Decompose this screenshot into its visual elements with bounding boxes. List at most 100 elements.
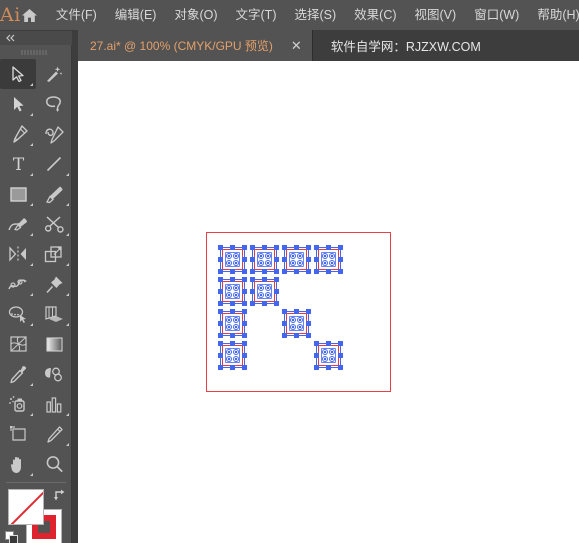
selection-handle[interactable] <box>230 301 235 306</box>
rectangle-tool[interactable] <box>0 179 36 209</box>
home-icon[interactable] <box>21 0 38 30</box>
fill-swatch[interactable] <box>8 489 44 525</box>
art-object-r4c4[interactable] <box>314 341 343 370</box>
swap-fill-stroke-icon[interactable] <box>53 488 67 502</box>
selection-handle[interactable] <box>218 257 223 262</box>
selection-handle[interactable] <box>274 269 279 274</box>
selection-handle[interactable] <box>242 333 247 338</box>
menu-window[interactable]: 窗口(W) <box>465 0 528 30</box>
paintbrush-tool[interactable] <box>36 179 72 209</box>
selection-handle[interactable] <box>314 353 319 358</box>
selection-handle[interactable] <box>294 269 299 274</box>
menu-object[interactable]: 对象(O) <box>165 0 226 30</box>
selection-handle[interactable] <box>282 269 287 274</box>
selection-handle[interactable] <box>242 365 247 370</box>
selection-handle[interactable] <box>250 289 255 294</box>
selection-handle[interactable] <box>326 269 331 274</box>
double-chevron-left-icon[interactable] <box>0 31 72 45</box>
menu-edit[interactable]: 编辑(E) <box>106 0 166 30</box>
zoom-tool[interactable] <box>36 449 72 479</box>
art-object-r4c1[interactable] <box>218 341 247 370</box>
selection-handle[interactable] <box>314 269 319 274</box>
art-object-r1c3[interactable] <box>282 245 311 274</box>
selection-handle[interactable] <box>306 245 311 250</box>
selection-handle[interactable] <box>230 365 235 370</box>
selection-handle[interactable] <box>274 301 279 306</box>
lasso-tool[interactable] <box>36 89 72 119</box>
gradient-tool[interactable] <box>36 329 72 359</box>
selection-handle[interactable] <box>218 289 223 294</box>
grip-handle-icon[interactable] <box>0 45 72 59</box>
selection-handle[interactable] <box>242 269 247 274</box>
free-transform-tool[interactable] <box>36 269 72 299</box>
selection-handle[interactable] <box>314 257 319 262</box>
selection-handle[interactable] <box>218 277 223 282</box>
art-object-r1c4[interactable] <box>314 245 343 274</box>
selection-handle[interactable] <box>242 321 247 326</box>
selection-handle[interactable] <box>230 309 235 314</box>
selection-handle[interactable] <box>242 277 247 282</box>
selection-handle[interactable] <box>274 257 279 262</box>
close-icon[interactable]: ✕ <box>287 39 306 52</box>
document-tab[interactable]: 27.ai* @ 100% (CMYK/GPU 预览) ✕ <box>78 30 313 61</box>
selection-handle[interactable] <box>230 333 235 338</box>
art-object-r1c1[interactable] <box>218 245 247 274</box>
selection-handle[interactable] <box>306 257 311 262</box>
selection-tool[interactable] <box>0 59 36 89</box>
selection-handle[interactable] <box>242 245 247 250</box>
slice-tool[interactable] <box>36 419 72 449</box>
selection-handle[interactable] <box>230 245 235 250</box>
menu-type[interactable]: 文字(T) <box>227 0 286 30</box>
selection-handle[interactable] <box>242 309 247 314</box>
selection-handle[interactable] <box>306 333 311 338</box>
art-object-r3c1[interactable] <box>218 309 247 338</box>
menu-help[interactable]: 帮助(H) <box>528 0 579 30</box>
selection-handle[interactable] <box>218 309 223 314</box>
type-tool[interactable]: T <box>0 149 36 179</box>
selection-handle[interactable] <box>242 353 247 358</box>
selection-handle[interactable] <box>294 245 299 250</box>
shaper-tool[interactable] <box>0 209 36 239</box>
selection-handle[interactable] <box>230 341 235 346</box>
selection-handle[interactable] <box>250 245 255 250</box>
selection-handle[interactable] <box>218 365 223 370</box>
pen-tool[interactable] <box>0 119 36 149</box>
selection-handle[interactable] <box>282 321 287 326</box>
curvature-tool[interactable] <box>36 119 72 149</box>
selection-handle[interactable] <box>338 257 343 262</box>
selection-handle[interactable] <box>326 341 331 346</box>
mesh-tool[interactable] <box>0 329 36 359</box>
selection-handle[interactable] <box>218 245 223 250</box>
selection-handle[interactable] <box>338 353 343 358</box>
selection-handle[interactable] <box>250 277 255 282</box>
selection-handle[interactable] <box>218 301 223 306</box>
selection-handle[interactable] <box>250 301 255 306</box>
selection-handle[interactable] <box>242 289 247 294</box>
selection-handle[interactable] <box>338 341 343 346</box>
selection-handle[interactable] <box>282 309 287 314</box>
art-object-r2c2[interactable] <box>250 277 279 306</box>
selection-handle[interactable] <box>338 365 343 370</box>
art-object-r1c2[interactable] <box>250 245 279 274</box>
selection-handle[interactable] <box>314 245 319 250</box>
selection-handle[interactable] <box>230 269 235 274</box>
selection-handle[interactable] <box>306 321 311 326</box>
selection-handle[interactable] <box>314 365 319 370</box>
symbol-sprayer-tool[interactable] <box>0 389 36 419</box>
scale-tool[interactable] <box>36 239 72 269</box>
selection-handle[interactable] <box>262 301 267 306</box>
selection-handle[interactable] <box>338 269 343 274</box>
menu-select[interactable]: 选择(S) <box>285 0 345 30</box>
selection-handle[interactable] <box>242 257 247 262</box>
selection-handle[interactable] <box>218 333 223 338</box>
magic-wand-tool[interactable] <box>36 59 72 89</box>
selection-handle[interactable] <box>230 277 235 282</box>
default-fill-stroke-icon[interactable] <box>5 531 19 543</box>
selection-handle[interactable] <box>306 269 311 274</box>
selection-handle[interactable] <box>242 301 247 306</box>
line-segment-tool[interactable] <box>36 149 72 179</box>
selection-handle[interactable] <box>218 321 223 326</box>
scissors-tool[interactable] <box>36 209 72 239</box>
selection-handle[interactable] <box>326 245 331 250</box>
selection-handle[interactable] <box>282 333 287 338</box>
